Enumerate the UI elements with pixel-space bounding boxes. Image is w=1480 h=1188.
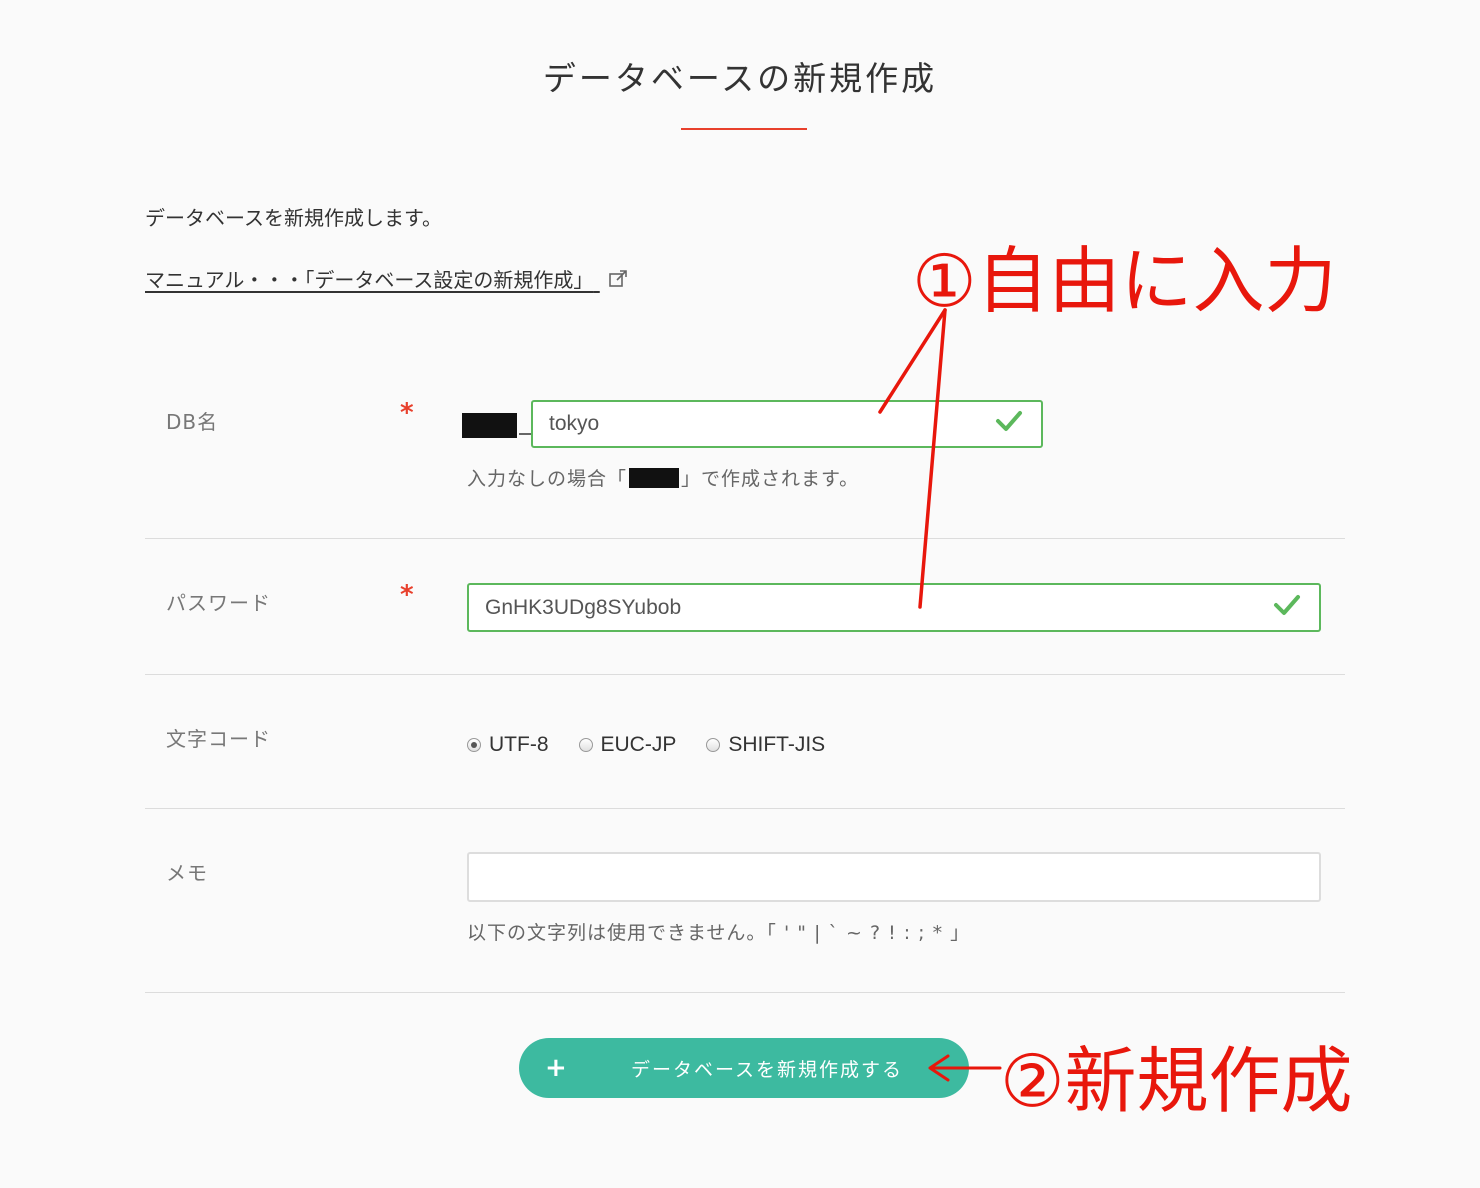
radio-button[interactable] xyxy=(578,738,593,752)
radio-utf8[interactable]: UTF-8 xyxy=(467,733,549,757)
memo-label: メモ xyxy=(166,861,208,885)
create-database-button-label: データベースを新規作成する xyxy=(631,1058,904,1081)
db-name-hint-before: 入力なしの場合「 xyxy=(467,468,628,490)
title-underline xyxy=(681,128,807,130)
divider xyxy=(145,674,1345,675)
db-name-required-mark: * xyxy=(400,398,414,428)
memo-input[interactable] xyxy=(467,852,1321,902)
memo-hint: 以下の文字列は使用できません。「 ' " | ` ~ ? ! : ; * 」 xyxy=(467,922,971,944)
radio-button[interactable] xyxy=(706,738,721,752)
divider xyxy=(145,538,1345,539)
intro-text: データベースを新規作成します。 xyxy=(145,206,442,230)
radio-button-selected[interactable] xyxy=(467,738,481,752)
radio-euc-jp[interactable]: EUC-JP xyxy=(578,733,677,757)
db-name-input[interactable]: tokyo xyxy=(531,400,1043,448)
db-name-label: DB名 xyxy=(166,410,219,434)
annotation-step2: ②新規作成 xyxy=(1000,1039,1353,1123)
page-title: データベースの新規作成 xyxy=(542,59,938,98)
password-input[interactable]: GnHK3UDg8SYubob xyxy=(467,583,1321,632)
db-name-value: tokyo xyxy=(549,412,600,435)
radio-shift-jis[interactable]: SHIFT-JIS xyxy=(706,733,825,757)
password-value: GnHK3UDg8SYubob xyxy=(485,595,682,619)
password-required-mark: * xyxy=(400,580,414,610)
external-link-icon xyxy=(608,269,628,294)
redacted-default-name xyxy=(629,468,680,488)
manual-link[interactable]: マニュアル・・・「データベース設定の新規作成」 xyxy=(145,264,628,294)
manual-link-label: マニュアル・・・「データベース設定の新規作成」 xyxy=(145,268,594,292)
annotation-line-password xyxy=(918,308,947,609)
annotation-step1: ①自由に入力 xyxy=(912,239,1337,323)
radio-label: UTF-8 xyxy=(489,733,549,756)
plus-icon: + xyxy=(545,1053,569,1083)
create-database-button[interactable]: + データベースを新規作成する xyxy=(519,1038,969,1098)
charset-radio-group: UTF-8 EUC-JP SHIFT-JIS xyxy=(467,733,825,757)
charset-label: 文字コード xyxy=(166,727,271,751)
divider xyxy=(145,992,1345,993)
radio-label: SHIFT-JIS xyxy=(728,733,826,756)
password-label: パスワード xyxy=(166,591,271,615)
prefix-separator xyxy=(519,433,531,435)
radio-label: EUC-JP xyxy=(600,733,677,756)
redacted-prefix xyxy=(462,413,517,438)
divider xyxy=(145,808,1345,809)
db-name-hint-after: 」で作成されます。 xyxy=(681,468,860,490)
db-name-hint: 入力なしの場合「 」で作成されます。 xyxy=(467,464,859,491)
check-icon xyxy=(995,409,1023,439)
check-icon xyxy=(1273,593,1301,623)
